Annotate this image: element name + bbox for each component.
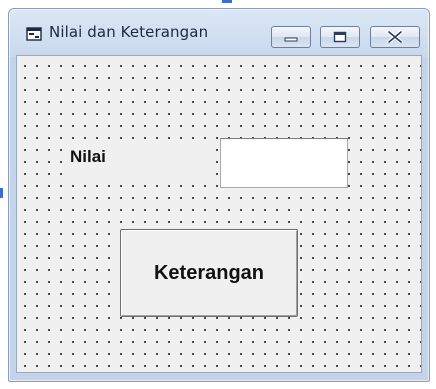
minimize-button[interactable] bbox=[271, 26, 311, 48]
title-bar[interactable]: Nilai dan Keterangan bbox=[9, 9, 429, 53]
selection-handle-left[interactable] bbox=[0, 188, 3, 198]
nilai-input[interactable] bbox=[220, 138, 348, 188]
window-title: Nilai dan Keterangan bbox=[49, 23, 209, 41]
minimize-icon bbox=[284, 28, 298, 47]
form-window: Nilai dan Keterangan Nilai Keterangan bbox=[8, 8, 430, 382]
close-icon bbox=[387, 28, 403, 47]
maximize-button[interactable] bbox=[320, 26, 360, 48]
form-icon bbox=[26, 26, 42, 41]
nilai-label: Nilai bbox=[67, 140, 213, 180]
maximize-icon bbox=[333, 28, 347, 47]
selection-handle-top[interactable] bbox=[222, 0, 232, 3]
close-button[interactable] bbox=[370, 26, 420, 48]
form-client-area: Nilai Keterangan bbox=[16, 55, 422, 373]
form-designer-canvas: Nilai dan Keterangan Nilai Keterangan bbox=[0, 0, 436, 389]
keterangan-button[interactable]: Keterangan bbox=[120, 229, 298, 317]
